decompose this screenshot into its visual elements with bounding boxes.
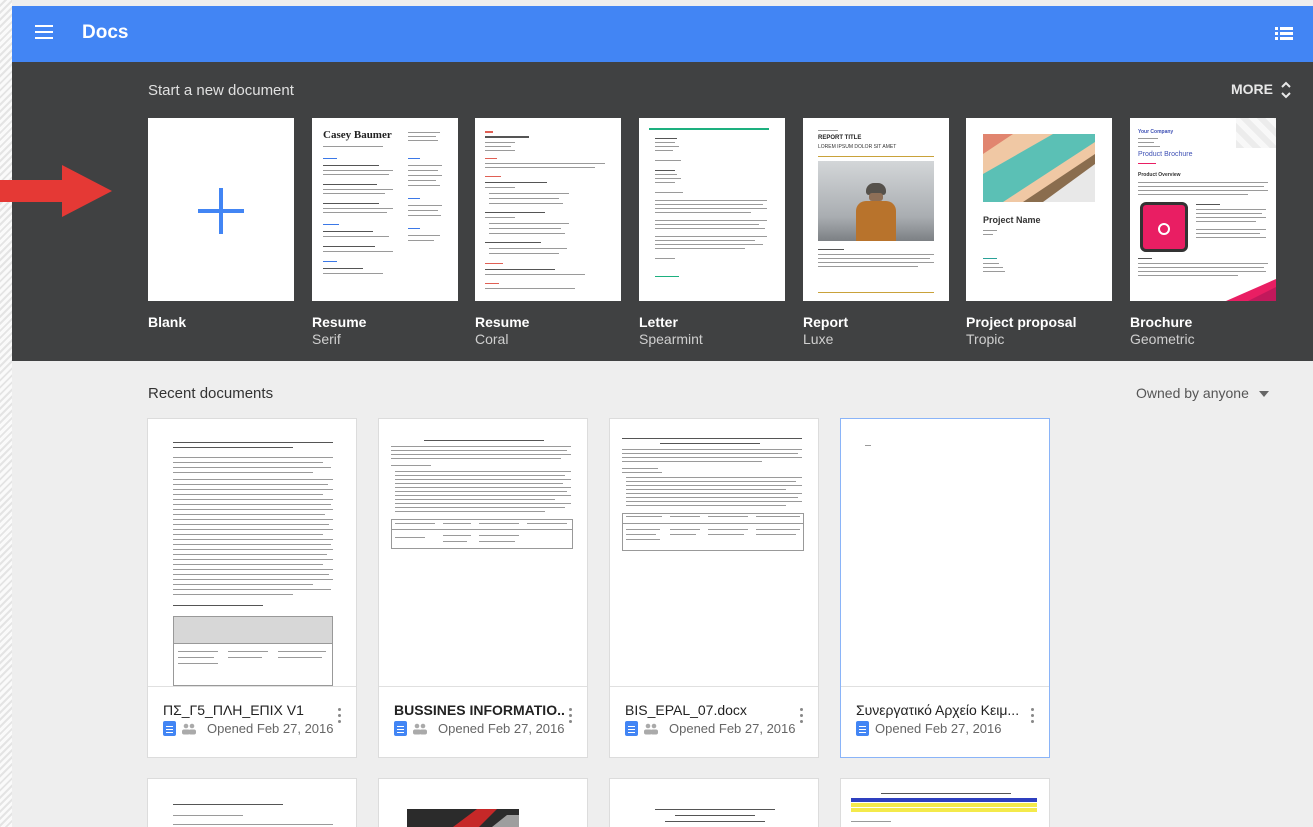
document-card[interactable]: BIS_EPAL_07.docx Opened Feb 27, 2016 — [609, 418, 819, 758]
more-options-icon[interactable] — [338, 708, 342, 724]
brochure-phone-image — [1140, 202, 1188, 252]
document-card[interactable] — [147, 778, 357, 827]
dropdown-arrow-icon — [1258, 391, 1269, 398]
tropic-cover-graphic — [983, 134, 1095, 202]
template-name: Report — [803, 314, 849, 330]
template-style: Geometric — [1130, 331, 1195, 347]
document-preview — [841, 419, 1049, 687]
template-name: Project proposal — [966, 314, 1077, 330]
template-project-proposal-tropic[interactable]: Project Name Project proposal Tropic — [966, 118, 1112, 347]
unfold-more-icon[interactable] — [1280, 79, 1292, 101]
document-opened-date: Opened Feb 27, 2016 — [438, 721, 565, 736]
shared-people-icon — [413, 723, 427, 734]
shared-people-icon — [644, 723, 658, 734]
document-title: BUSSINES INFORMATIO... — [394, 702, 564, 718]
document-preview — [379, 419, 587, 687]
template-gallery: Start a new document MORE Blank Casey Ba… — [12, 62, 1313, 361]
document-preview — [610, 419, 818, 687]
template-name: Letter — [639, 314, 678, 330]
document-card[interactable]: Συνεργατικό Αρχείο Κειμ... Opened Feb 27… — [840, 418, 1050, 758]
menu-icon[interactable] — [35, 25, 53, 39]
page-edge — [0, 0, 12, 827]
more-options-icon[interactable] — [1031, 708, 1035, 724]
shared-people-icon — [182, 723, 196, 734]
template-blank[interactable]: Blank — [148, 118, 294, 330]
document-opened-date: Opened Feb 27, 2016 — [875, 721, 1002, 736]
document-title: Συνεργατικό Αρχείο Κειμ... — [856, 702, 1020, 718]
template-style: Serif — [312, 331, 341, 347]
template-name: Blank — [148, 314, 187, 330]
template-name: Resume — [312, 314, 367, 330]
docs-file-icon — [163, 721, 176, 736]
template-style: Coral — [475, 331, 509, 347]
document-card[interactable] — [840, 778, 1050, 827]
template-thumbnail: Your Company Product Brochure Product Ov… — [1130, 118, 1276, 301]
docs-file-icon — [625, 721, 638, 736]
document-opened-date: Opened Feb 27, 2016 — [207, 721, 334, 736]
template-thumbnail — [148, 118, 294, 301]
document-photo-thumbnail — [407, 809, 519, 827]
template-brochure-geometric[interactable]: Your Company Product Brochure Product Ov… — [1130, 118, 1276, 347]
template-letter-spearmint[interactable]: Letter Spearmint — [639, 118, 785, 347]
document-preview — [148, 419, 356, 687]
template-thumbnail — [475, 118, 621, 301]
document-card[interactable] — [378, 778, 588, 827]
template-style: Spearmint — [639, 331, 703, 347]
docs-file-icon — [394, 721, 407, 736]
more-options-icon[interactable] — [800, 708, 804, 724]
docs-file-icon — [856, 721, 869, 736]
document-card[interactable]: BUSSINES INFORMATIO... Opened Feb 27, 20… — [378, 418, 588, 758]
template-resume-coral[interactable]: Resume Coral — [475, 118, 621, 347]
document-title: BIS_EPAL_07.docx — [625, 702, 747, 718]
list-view-icon[interactable] — [1275, 26, 1293, 42]
red-arrow-annotation — [0, 165, 112, 217]
template-resume-serif[interactable]: Casey Baumer Resume Serif — [312, 118, 458, 347]
more-options-icon[interactable] — [569, 708, 573, 724]
app-bar: Docs — [12, 6, 1313, 62]
template-name: Resume — [475, 314, 530, 330]
report-cover-photo — [818, 161, 934, 241]
template-name: Brochure — [1130, 314, 1193, 330]
template-report-luxe[interactable]: REPORT TITLE LOREM IPSUM DOLOR SIT AMET … — [803, 118, 949, 347]
template-thumbnail: Casey Baumer — [312, 118, 458, 301]
owner-filter-dropdown[interactable]: Owned by anyone — [1136, 385, 1269, 401]
template-thumbnail: Project Name — [966, 118, 1112, 301]
app-title: Docs — [82, 22, 129, 43]
template-gallery-title: Start a new document — [148, 82, 294, 99]
template-thumbnail: REPORT TITLE LOREM IPSUM DOLOR SIT AMET — [803, 118, 949, 301]
template-style: Luxe — [803, 331, 834, 347]
document-card[interactable] — [609, 778, 819, 827]
document-card[interactable]: ΠΣ_Γ5_ΠΛΗ_ΕΠΙΧ V1 Opened Feb 27, 2016 — [147, 418, 357, 758]
recent-documents-title: Recent documents — [148, 385, 274, 402]
document-opened-date: Opened Feb 27, 2016 — [669, 721, 796, 736]
more-templates-button[interactable]: MORE — [1231, 81, 1273, 97]
template-style: Tropic — [966, 331, 1005, 347]
document-title: ΠΣ_Γ5_ΠΛΗ_ΕΠΙΧ V1 — [163, 702, 304, 718]
template-thumbnail — [639, 118, 785, 301]
